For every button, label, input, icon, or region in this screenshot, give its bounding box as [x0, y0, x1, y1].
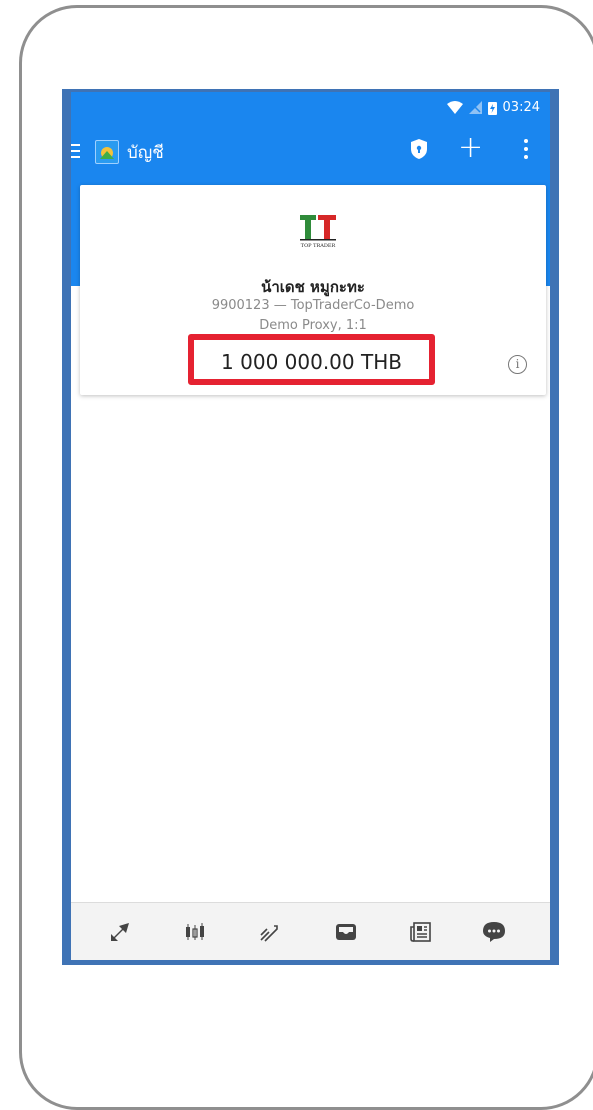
history-inbox-icon[interactable] [333, 919, 359, 945]
account-type-leverage: Demo Proxy, 1:1 [259, 318, 367, 333]
svg-text:TOP TRADER: TOP TRADER [301, 243, 336, 249]
account-balance: 1 000 000.00 THB [221, 350, 402, 374]
no-signal-icon [468, 101, 482, 114]
trade-icon[interactable] [257, 919, 283, 945]
quotes-icon[interactable] [107, 919, 133, 945]
chart-candles-icon[interactable] [182, 919, 208, 945]
app-viewport: 03:24 บัญชี + TOP TRADER น้าเดช หมูกะทะ … [71, 92, 550, 960]
balance-highlight-box: 1 000 000.00 THB [188, 334, 435, 385]
chat-icon[interactable] [481, 919, 507, 945]
status-time: 03:24 [502, 100, 540, 115]
page-title: บัญชี [127, 143, 164, 163]
phone-screen: 03:24 บัญชี + TOP TRADER น้าเดช หมูกะทะ … [62, 89, 559, 965]
news-icon[interactable] [408, 919, 434, 945]
bottom-nav [71, 902, 550, 960]
plus-icon[interactable]: + [458, 133, 483, 163]
broker-logo: TOP TRADER [298, 213, 338, 251]
battery-charging-icon [487, 101, 497, 115]
wifi-icon [446, 101, 463, 114]
info-icon[interactable]: i [508, 355, 527, 374]
app-bar: บัญชี + [71, 124, 550, 186]
shield-icon[interactable] [409, 138, 429, 164]
account-card[interactable]: TOP TRADER น้าเดช หมูกะทะ 9900123 — TopT… [80, 185, 546, 395]
status-bar: 03:24 [71, 92, 550, 124]
more-vert-icon[interactable] [524, 139, 528, 163]
account-name: น้าเดช หมูกะทะ [261, 278, 365, 296]
menu-icon[interactable] [71, 144, 80, 162]
app-logo [95, 140, 119, 164]
account-login-server: 9900123 — TopTraderCo-Demo [211, 298, 415, 313]
